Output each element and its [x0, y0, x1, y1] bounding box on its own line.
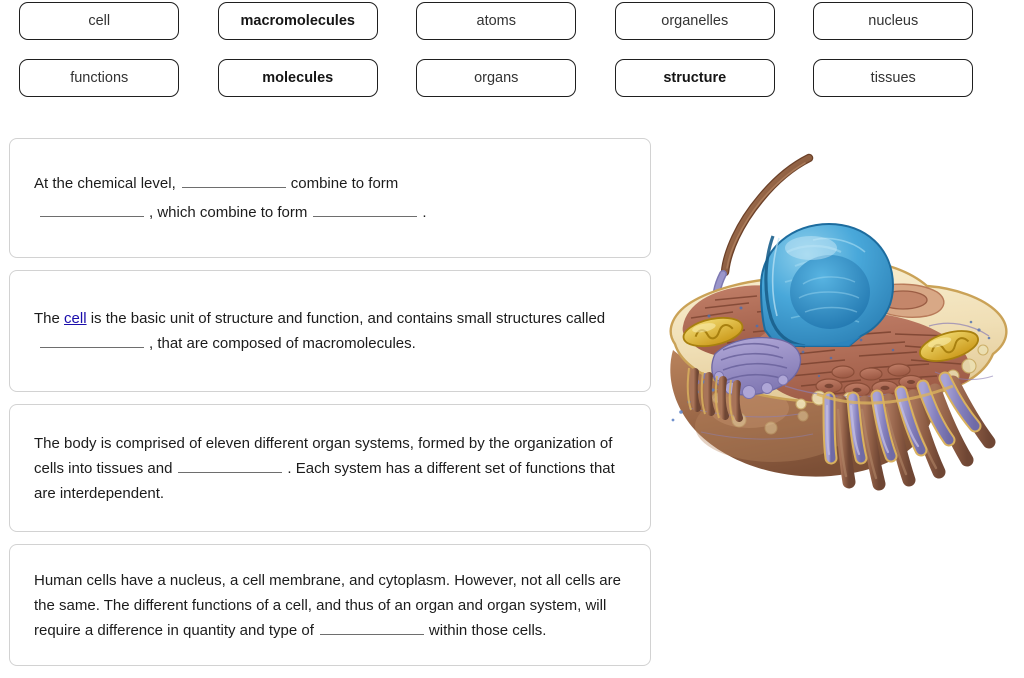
statement-block-3: The body is comprised of eleven differen…: [9, 404, 651, 532]
token-molecules[interactable]: molecules: [217, 59, 378, 97]
token-row-2: functions molecules organs structure tis…: [0, 59, 1024, 97]
blank-dropzone-3[interactable]: [313, 201, 418, 217]
token-cell[interactable]: cell: [19, 2, 180, 40]
token-slot: organs: [397, 59, 596, 97]
token-organs[interactable]: organs: [416, 59, 577, 97]
statement-text: At the chemical level, combine to form , w…: [34, 169, 626, 227]
token-slot: cell: [0, 2, 199, 40]
token-organelles[interactable]: organelles: [614, 2, 775, 40]
animal-cell-illustration: [653, 140, 1024, 540]
statement-fragment: , that are composed of macromolecules.: [149, 335, 416, 352]
token-functions[interactable]: functions: [19, 59, 180, 97]
token-slot: organelles: [596, 2, 795, 40]
statement-block-1: At the chemical level, combine to form , w…: [9, 138, 651, 258]
blank-dropzone-5[interactable]: [178, 457, 283, 473]
blank-dropzone-1[interactable]: [181, 172, 286, 188]
statement-fragment: combine to form: [290, 175, 399, 192]
token-nucleus[interactable]: nucleus: [813, 2, 974, 40]
statement-text: The body is comprised of eleven differen…: [34, 431, 626, 506]
statement-fragment: The: [34, 310, 60, 327]
token-row-1: cell macromolecules atoms organelles nuc…: [0, 2, 1024, 40]
blank-dropzone-6[interactable]: [319, 619, 424, 635]
nucleus: [759, 222, 895, 348]
token-macromolecules[interactable]: macromolecules: [217, 2, 378, 40]
statement-fragment: within those cells.: [428, 621, 547, 639]
statement-fragment: , which combine to form: [149, 204, 308, 221]
token-slot: nucleus: [794, 2, 993, 40]
token-slot: molecules: [199, 59, 398, 97]
statement-list: At the chemical level, combine to form , w…: [9, 138, 651, 678]
statement-text: Human cells have a nucleus, a cell membr…: [34, 568, 626, 643]
token-slot: macromolecules: [199, 2, 398, 40]
statement-fragment: At the chemical level,: [34, 175, 176, 192]
statement-text: The cell is the basic unit of structure …: [34, 306, 626, 356]
statement-fragment: .: [422, 204, 427, 221]
blank-dropzone-2[interactable]: [40, 201, 144, 217]
token-slot: atoms: [397, 2, 596, 40]
blank-dropzone-4[interactable]: [40, 332, 144, 348]
token-slot: tissues: [794, 59, 993, 97]
statement-block-2: The cell is the basic unit of structure …: [9, 270, 651, 392]
token-structure[interactable]: structure: [614, 59, 775, 97]
statement-block-4: Human cells have a nucleus, a cell membr…: [9, 544, 651, 666]
token-slot: structure: [596, 59, 795, 97]
token-bank: cell macromolecules atoms organelles nuc…: [0, 0, 1024, 97]
token-atoms[interactable]: atoms: [416, 2, 577, 40]
token-slot: functions: [0, 59, 199, 97]
cell-link[interactable]: cell: [64, 310, 87, 327]
statement-fragment: is the basic unit of structure and funct…: [90, 310, 606, 327]
token-tissues[interactable]: tissues: [813, 59, 974, 97]
